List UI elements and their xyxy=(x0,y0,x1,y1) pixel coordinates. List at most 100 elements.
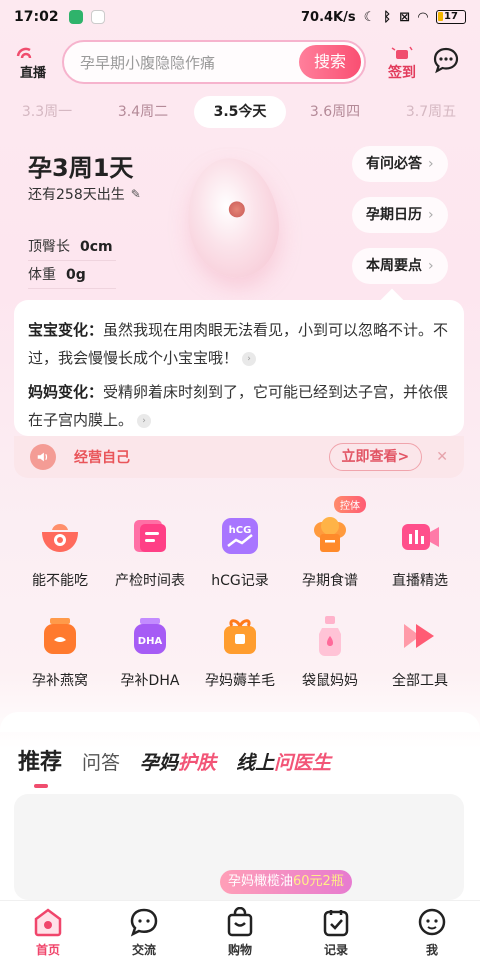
tool-label: 孕妈薅羊毛 xyxy=(205,673,275,689)
changes-card: 宝宝变化：虽然我现在用肉眼无法看见，小到可以忽略不计。不过，我会慢慢长成个小宝宝… xyxy=(14,288,464,436)
pregnancy-week-title: 孕3周1天 xyxy=(28,154,134,182)
live-button[interactable]: 直播 xyxy=(14,44,52,82)
shield-app-icon xyxy=(68,10,83,24)
tool-deals[interactable]: 孕妈薅羊毛 xyxy=(195,614,285,690)
nav-home[interactable]: 首页 xyxy=(0,901,96,960)
close-icon[interactable]: ✕ xyxy=(436,449,448,465)
pregnancy-calendar-link[interactable]: 孕期日历 › xyxy=(352,197,448,233)
schedule-icon xyxy=(134,520,166,552)
tool-label: 能不能吃 xyxy=(32,573,88,589)
tool-can-eat[interactable]: 能不能吃 xyxy=(15,514,105,590)
home-icon xyxy=(34,908,62,937)
expand-arrow-icon[interactable]: › xyxy=(137,413,152,428)
search-bar[interactable]: 孕早期小腹隐隐作痛 搜索 xyxy=(62,40,366,84)
date-tabs: 3.3周一 3.4周二 3.5今天 3.6周四 3.7周五 xyxy=(0,96,480,128)
qa-link[interactable]: 有问必答 › xyxy=(352,146,448,182)
bottom-nav: 首页 交流 购物 记录 我 xyxy=(0,900,480,960)
tool-live-picks[interactable]: 直播精选 xyxy=(375,514,465,590)
fast-forward-icon xyxy=(404,624,434,648)
calendar-link-label: 孕期日历 xyxy=(366,207,422,223)
nav-label: 交流 xyxy=(131,943,156,957)
baby-change-key: 宝宝变化： xyxy=(28,321,104,339)
crown-rump-value: 0cm xyxy=(80,239,113,255)
card-pointer xyxy=(380,288,404,312)
view-now-button[interactable]: 立即查看> xyxy=(328,443,423,471)
date-tab-today[interactable]: 3.5今天 xyxy=(194,96,286,128)
gift-sparkle-icon xyxy=(391,46,413,59)
tool-hcg-record[interactable]: hCG hCG记录 xyxy=(195,514,285,590)
tool-bird-nest[interactable]: 孕补燕窝 xyxy=(15,614,105,690)
tool-label: 产检时间表 xyxy=(115,573,185,589)
weight-control-badge: 控体 xyxy=(334,496,366,513)
nav-profile[interactable]: 我 xyxy=(384,901,480,960)
date-tab-3-3[interactable]: 3.3周一 xyxy=(8,96,86,128)
tab-mom-skincare[interactable]: 孕妈护肤 xyxy=(140,748,216,775)
tool-checkup-schedule[interactable]: 产检时间表 xyxy=(105,514,195,590)
tab-qa[interactable]: 问答 xyxy=(82,748,120,775)
mom-change-key: 妈妈变化： xyxy=(28,383,104,401)
record-icon xyxy=(323,910,349,937)
tool-label: 袋鼠妈妈 xyxy=(302,673,358,689)
nav-label: 购物 xyxy=(227,943,252,957)
weekly-points-link[interactable]: 本周要点 › xyxy=(352,248,448,284)
nav-label: 我 xyxy=(425,943,438,957)
live-label: 直播 xyxy=(19,66,46,81)
due-countdown[interactable]: 还有258天出生 ✎ xyxy=(28,184,141,204)
moon-icon: ☾ xyxy=(363,9,376,25)
profile-icon xyxy=(418,908,446,936)
edit-icon[interactable]: ✎ xyxy=(131,187,141,201)
date-tab-3-7[interactable]: 3.7周五 xyxy=(392,96,470,128)
embryo-illustration xyxy=(180,152,286,284)
weekly-points-label: 本周要点 xyxy=(366,258,422,274)
expand-arrow-icon[interactable]: › xyxy=(242,351,257,366)
mom-change[interactable]: 妈妈变化：受精卵着床时刻到了，它可能已经到达子宫，并依偎在子宫内膜上。 › xyxy=(28,378,450,434)
tool-kangaroo-mom[interactable]: 袋鼠妈妈 xyxy=(285,614,375,690)
gift-box-icon xyxy=(224,619,256,654)
date-tab-3-6[interactable]: 3.6周四 xyxy=(296,96,374,128)
lotion-bottle-icon xyxy=(319,616,341,656)
tab-recommend[interactable]: 推荐 xyxy=(18,744,62,788)
nav-community[interactable]: 交流 xyxy=(96,901,192,960)
signin-button[interactable]: 签到 xyxy=(384,46,420,82)
embryo-dot xyxy=(227,200,246,219)
feed-divider xyxy=(0,712,480,732)
svg-text:DHA: DHA xyxy=(138,636,163,647)
promo-tag[interactable]: 孕妈橄榄油60元2瓶 xyxy=(220,870,352,894)
no-sim-icon: ⊠ xyxy=(399,9,410,25)
status-bar: 17:02 70.4K/s ☾ ᛒ ⊠ ◠ 17 xyxy=(0,0,480,34)
app-notification-icon xyxy=(90,10,105,24)
skincare-b: 护肤 xyxy=(178,752,217,774)
search-button[interactable]: 搜索 xyxy=(299,45,361,79)
date-tab-3-4[interactable]: 3.4周二 xyxy=(104,96,182,128)
status-time: 17:02 xyxy=(14,9,59,25)
doctor-b: 问医生 xyxy=(274,752,332,774)
self-care-text: 经营自己 xyxy=(74,450,130,466)
shopping-bag-icon xyxy=(227,907,253,937)
live-signal-icon xyxy=(16,47,32,59)
tool-label: 全部工具 xyxy=(392,673,448,689)
wifi-icon: ◠ xyxy=(418,9,428,25)
nav-shopping[interactable]: 购物 xyxy=(192,901,288,960)
crown-rump-label: 顶臀长 xyxy=(28,239,70,255)
tool-dha[interactable]: DHA 孕补DHA xyxy=(105,614,195,690)
battery-icon: 17 xyxy=(436,10,466,24)
tab-online-doctor[interactable]: 线上问医生 xyxy=(236,748,331,775)
feed-tabs: 推荐 问答 孕妈护肤 线上问医生 xyxy=(18,744,331,788)
promo-text: 孕妈橄榄油 xyxy=(228,874,294,889)
doctor-a: 线上 xyxy=(236,752,275,774)
baby-weight: 体重 0g xyxy=(28,264,116,289)
tool-pregnancy-recipes[interactable]: 控体 孕期食谱 xyxy=(285,496,375,590)
nav-label: 首页 xyxy=(35,943,60,957)
chevron-right-icon: › xyxy=(428,207,434,223)
tool-label: 孕补DHA xyxy=(120,673,180,689)
tool-label: 直播精选 xyxy=(392,573,448,589)
signin-label: 签到 xyxy=(388,65,416,81)
network-speed: 70.4K/s xyxy=(300,9,356,25)
nav-label: 记录 xyxy=(323,943,348,957)
weight-value: 0g xyxy=(66,267,86,283)
tool-all-tools[interactable]: 全部工具 xyxy=(375,614,465,690)
baby-change[interactable]: 宝宝变化：虽然我现在用肉眼无法看见，小到可以忽略不计。不过，我会慢慢长成个小宝宝… xyxy=(28,316,450,372)
message-icon[interactable] xyxy=(432,46,460,74)
nav-record[interactable]: 记录 xyxy=(288,901,384,960)
days-left-text: 还有258天出生 xyxy=(28,187,125,203)
